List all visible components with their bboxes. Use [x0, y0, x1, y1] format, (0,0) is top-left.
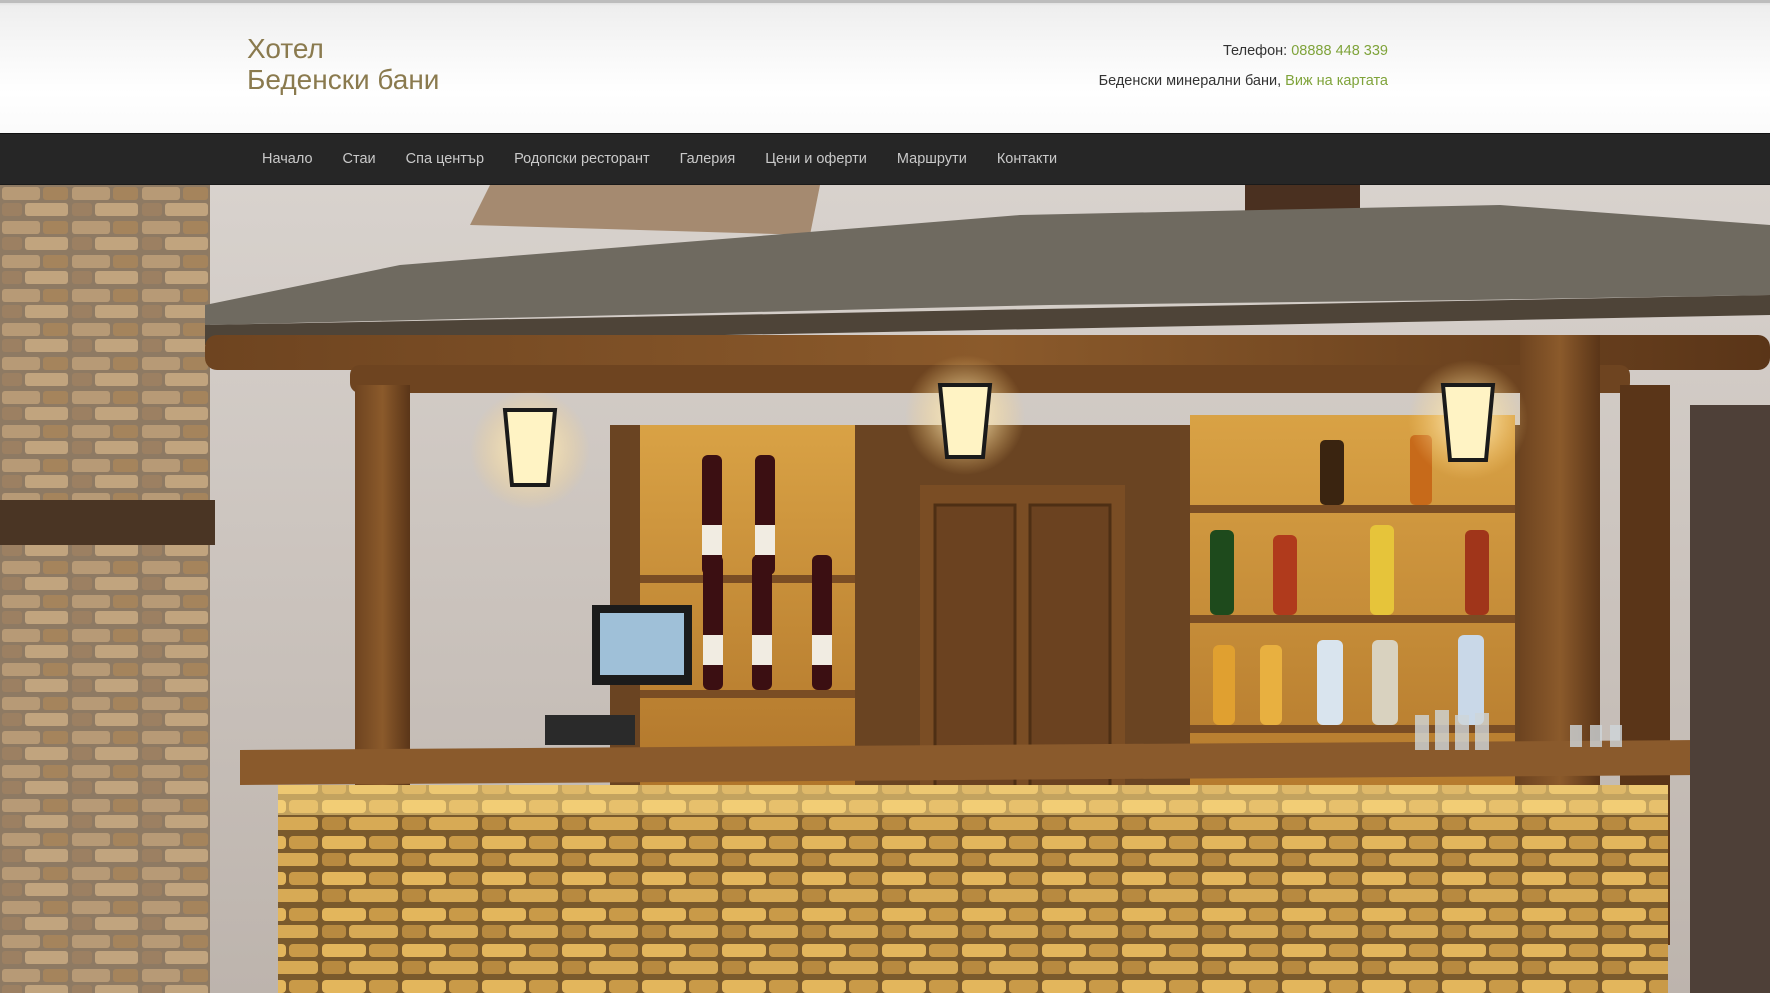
- nav-list: Начало Стаи Спа център Родопски ресторан…: [0, 134, 1770, 184]
- contact-info: Телефон: 08888 448 339 Беденски минералн…: [1099, 36, 1388, 96]
- nav-item-home[interactable]: Начало: [247, 151, 328, 167]
- nav-item-prices[interactable]: Цени и оферти: [750, 151, 882, 167]
- map-link[interactable]: Виж на картата: [1285, 73, 1388, 89]
- bar-illustration: [0, 185, 1770, 993]
- location-text: Беденски минерални бани,: [1098, 73, 1282, 89]
- brand-line-2: Беденски бани: [247, 64, 440, 95]
- nav-item-contacts[interactable]: Контакти: [982, 151, 1072, 167]
- phone-row: Телефон: 08888 448 339: [1099, 36, 1388, 66]
- nav-item-gallery[interactable]: Галерия: [665, 151, 751, 167]
- phone-link[interactable]: 08888 448 339: [1291, 43, 1388, 59]
- phone-label: Телефон:: [1223, 43, 1288, 59]
- nav-item-routes[interactable]: Маршрути: [882, 151, 982, 167]
- nav-item-restaurant[interactable]: Родопски ресторант: [499, 151, 665, 167]
- site-header: Хотел Беденски бани Телефон: 08888 448 3…: [0, 0, 1770, 133]
- nav-item-rooms[interactable]: Стаи: [328, 151, 391, 167]
- location-row: Беденски минерални бани, Виж на картата: [1099, 66, 1388, 96]
- site-logo[interactable]: Хотел Беденски бани: [247, 33, 439, 95]
- page: Хотел Беденски бани Телефон: 08888 448 3…: [0, 0, 1770, 993]
- nav-item-spa[interactable]: Спа център: [391, 151, 499, 167]
- brand-line-1: Хотел: [247, 33, 324, 64]
- main-navigation: Начало Стаи Спа център Родопски ресторан…: [0, 133, 1770, 185]
- hero-photo: [0, 185, 1770, 993]
